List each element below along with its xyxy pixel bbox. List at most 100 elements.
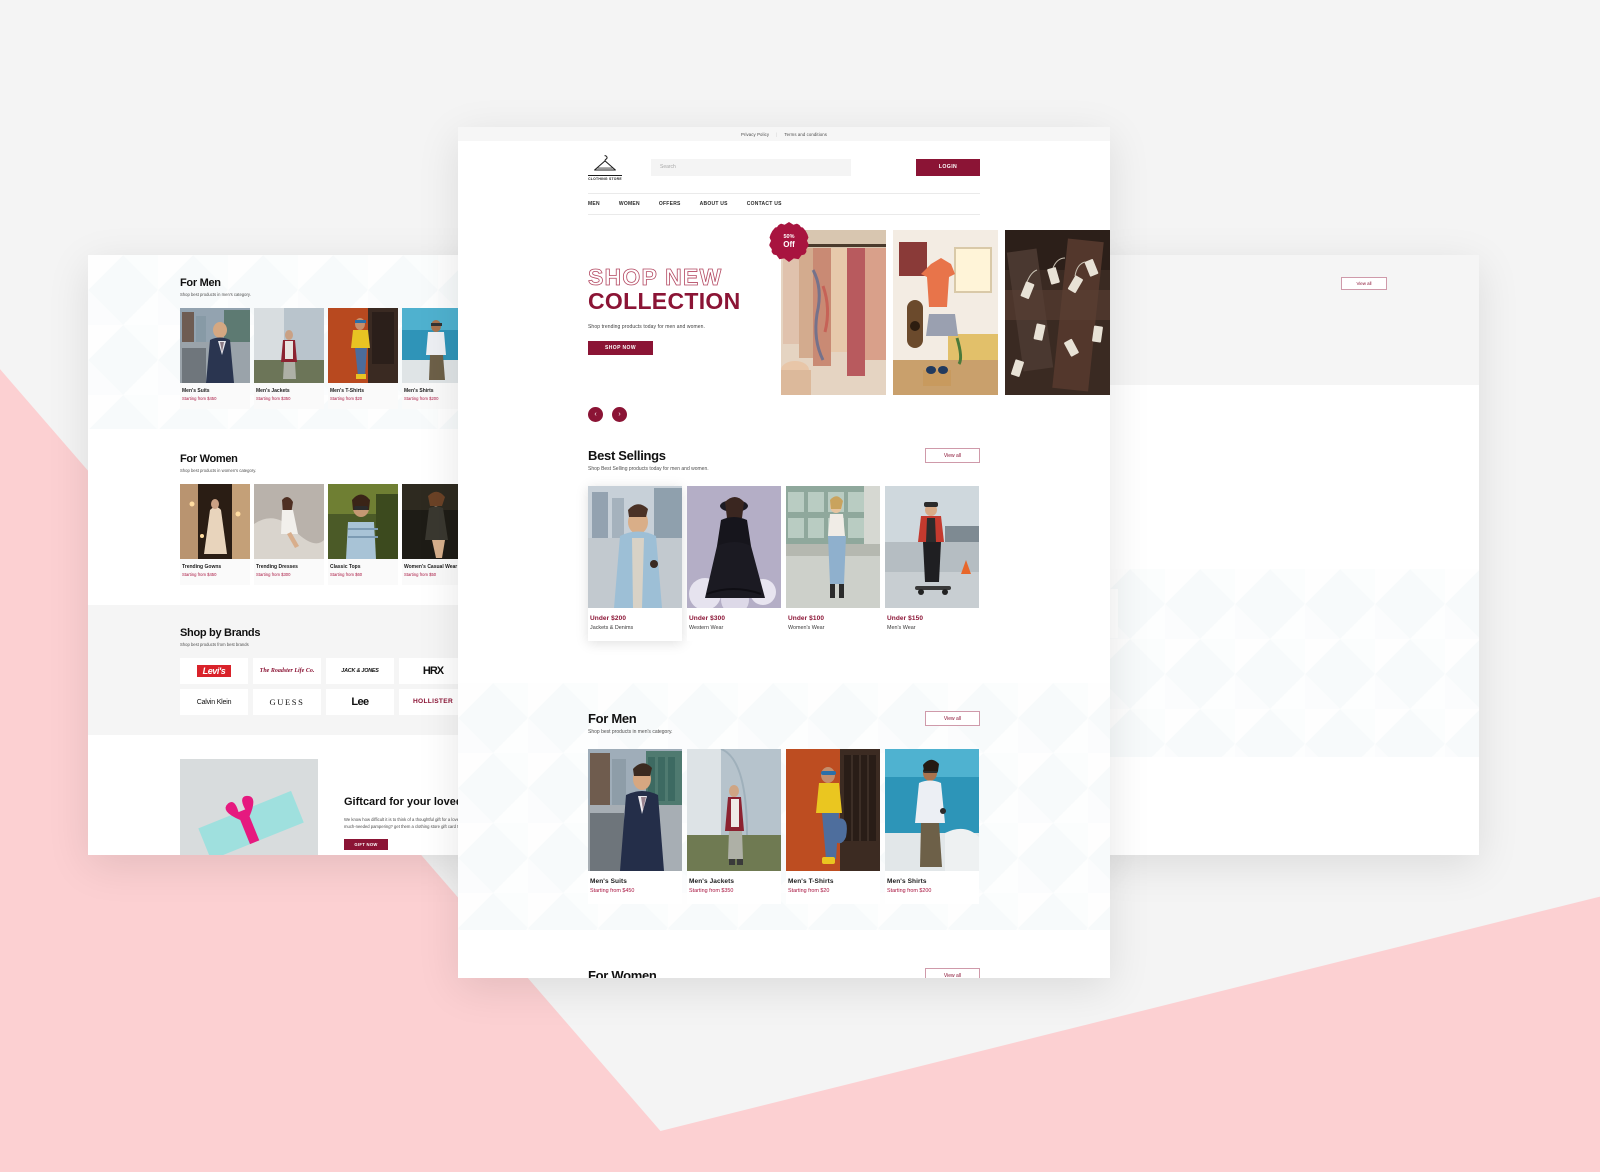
brand-logo-hollister[interactable]: HOLLISTER (399, 689, 467, 715)
search-input[interactable]: Search (651, 158, 851, 176)
product-price: Starting from $350 (689, 888, 734, 894)
brand-label: HOLLISTER (412, 697, 454, 705)
view-all-button-for-men[interactable]: View all (925, 711, 980, 726)
product-image (180, 308, 250, 383)
product-card[interactable]: Under $300 Western Wear (687, 486, 781, 641)
brand-logo-hrx[interactable]: HRX (399, 658, 467, 684)
product-image (328, 484, 398, 559)
hero-copy: SHOP NEW COLLECTION Shop trending produc… (458, 230, 758, 422)
product-grid-best-sellings: Under $200 Jackets & Denims Under $300 W… (588, 486, 980, 641)
product-image (687, 486, 781, 608)
hero-banner: SHOP NEW COLLECTION Shop trending produc… (458, 222, 1110, 422)
product-name: Men's Jackets (256, 388, 290, 394)
brand-label: HRX (422, 665, 444, 677)
product-price: Starting from $350 (256, 396, 291, 401)
product-image (328, 308, 398, 383)
product-card[interactable]: Men's Shirts Starting from $200 (885, 749, 979, 904)
site-header: CLOTHING STORE Search LOGIN (458, 141, 1110, 193)
nav-item-men[interactable]: MEN (588, 201, 600, 207)
section-title-for-women: For Women (180, 453, 238, 465)
product-price: Starting from $20 (330, 396, 363, 401)
nav-item-offers[interactable]: OFFERS (659, 201, 681, 207)
view-all-button-for-women[interactable]: View all (925, 968, 980, 978)
product-card[interactable]: Under $200 Jackets & Denims (588, 486, 682, 641)
product-name: Men's Suits (590, 878, 627, 885)
privacy-policy-link[interactable]: Privacy Policy (741, 132, 769, 137)
utility-topbar: Privacy Policy | Terms and conditions (458, 127, 1110, 141)
product-card[interactable]: Trending Dresses Starting from $300 (254, 484, 324, 585)
chevron-right-icon: › (618, 411, 621, 418)
giftcard-image (180, 759, 318, 855)
product-card[interactable]: Men's Suits Starting from $450 (180, 308, 250, 409)
brand-logo-calvin-klein[interactable]: Calvin Klein (180, 689, 248, 715)
footer: CLOTHING STORE It is a long established … (1101, 757, 1479, 836)
brand-label: Lee (351, 696, 369, 708)
discount-badge-label: Off (783, 239, 795, 249)
background-page-right[interactable]: Shop by Brands Shop best products from b… (1101, 255, 1479, 855)
product-card[interactable]: Men's Jackets Starting from $350 (254, 308, 324, 409)
section-title-for-women: For Women (588, 968, 657, 978)
section-title-for-men: For Men (180, 277, 221, 289)
brand-label: Calvin Klein (196, 698, 232, 706)
login-button[interactable]: LOGIN (916, 158, 980, 176)
product-price: Starting from $450 (590, 888, 635, 894)
product-card[interactable]: Under $100 Women's Wear (786, 486, 880, 641)
product-category: Women's Wear (788, 625, 825, 631)
product-price: Starting from $200 (887, 888, 932, 894)
product-price: Under $300 (689, 615, 726, 622)
product-image (588, 486, 682, 608)
product-card[interactable]: Men's Suits Starting from $450 (588, 749, 682, 904)
hero-title-solid: COLLECTION (588, 288, 741, 314)
product-card[interactable]: Men's T-Shirts Starting from $20 (786, 749, 880, 904)
product-price: Under $150 (887, 615, 924, 622)
product-image (687, 749, 781, 871)
product-name: Men's Shirts (887, 878, 927, 885)
brand-logo-lee[interactable]: Lee (326, 689, 394, 715)
product-card[interactable]: Men's Jackets Starting from $350 (687, 749, 781, 904)
nav-item-women[interactable]: WOMEN (619, 201, 640, 207)
brand-logo-guess[interactable]: GUESS (253, 689, 321, 715)
carousel-prev-button[interactable]: ‹ (588, 407, 603, 422)
giftcard-block: Giftcard for yourloved ones We know how … (1101, 415, 1387, 543)
hero-slide-tags[interactable] (1005, 230, 1110, 395)
brand-logo-levis[interactable]: Levi's (180, 658, 248, 684)
nav-item-contact-us[interactable]: CONTACT US (747, 201, 782, 207)
hero-subtitle: Shop trending products today for men and… (588, 323, 705, 330)
product-card[interactable]: Trending Gowns Starting from $450 (180, 484, 250, 585)
product-price: Starting from $300 (256, 572, 291, 577)
features-row: 100% Original guarantee for all products… (1101, 589, 1479, 638)
product-name: Men's T-Shirts (788, 878, 834, 885)
shop-now-button[interactable]: SHOP NOW (588, 340, 653, 355)
product-card[interactable]: Men's T-Shirts Starting from $20 (328, 308, 398, 409)
brand-logo-roadster[interactable]: The Roadster Life Co. (253, 658, 321, 684)
product-card[interactable]: Classic Tops Starting from $60 (328, 484, 398, 585)
view-all-button-best-sellings[interactable]: View all (925, 448, 980, 463)
product-name: Classic Tops (330, 564, 361, 570)
product-price: Under $100 (788, 615, 825, 622)
hero-carousel: 50% Off (769, 222, 1110, 395)
section-title-brands: Shop by Brands (180, 627, 261, 639)
view-all-button-brands[interactable]: View all (1341, 277, 1387, 290)
carousel-next-button[interactable]: › (612, 407, 627, 422)
section-subtitle-for-men: Shop best products in men's category. (588, 729, 673, 735)
gift-now-button[interactable]: GIFT NOW (344, 838, 388, 850)
product-price: Starting from $60 (330, 572, 363, 577)
brand-label: GUESS (269, 697, 305, 707)
product-name: Men's T-Shirts (330, 388, 364, 394)
chevron-left-icon: ‹ (594, 411, 597, 418)
brand-logo-jack-and-jones[interactable]: JACK & JONES (326, 658, 394, 684)
nav-item-about-us[interactable]: ABOUT US (700, 201, 728, 207)
product-card[interactable]: Under $150 Men's Wear (885, 486, 979, 641)
product-grid-for-men: Men's Suits Starting from $450 Men's Jac… (588, 749, 980, 904)
topbar-separator: | (776, 131, 778, 137)
brand-grid: Levi's The Roadster Life Co. JACK & JONE… (180, 658, 470, 715)
main-page-card[interactable]: Privacy Policy | Terms and conditions CL… (458, 127, 1110, 978)
product-image (588, 749, 682, 871)
carousel-controls: ‹ › (588, 407, 627, 422)
site-logo[interactable]: CLOTHING STORE (588, 153, 622, 181)
terms-link[interactable]: Terms and conditions (784, 132, 827, 137)
section-subtitle-for-men: Shop best products in men's category. (180, 292, 251, 297)
product-price: Under $200 (590, 615, 627, 622)
product-price: Starting from $450 (182, 572, 217, 577)
hero-slide-room[interactable] (893, 230, 998, 395)
